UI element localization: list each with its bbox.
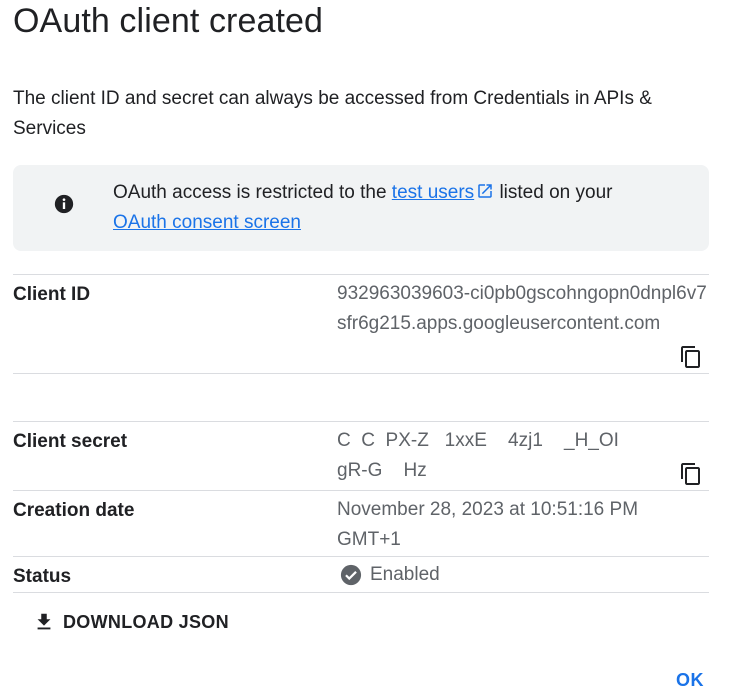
oauth-consent-screen-link[interactable]: OAuth consent screen [113,212,301,233]
client-id-label: Client ID [13,284,91,305]
info-banner: OAuth access is restricted to the test u… [13,165,709,251]
client-secret-value: C C PX-Z 1xxE 4zj1 _H_OI gR-G Hz [337,430,641,481]
check-circle-icon [340,564,362,586]
test-users-label: test users [391,182,475,203]
creation-date-value: November 28, 2023 at 10:51:16 PM GMT+1 [337,499,639,550]
status-label: Status [13,566,72,587]
dialog-title: OAuth client created [13,2,324,40]
download-icon [37,613,51,630]
info-text: OAuth access is restricted to the test u… [113,178,673,238]
divider [13,490,709,491]
divider [13,373,709,374]
download-json-button[interactable]: DOWNLOAD JSON [33,606,229,638]
creation-date-label: Creation date [13,500,135,521]
divider [13,592,709,593]
divider [13,556,709,557]
dialog-subtitle: The client ID and secret can always be a… [13,88,652,139]
client-secret-label: Client secret [13,431,128,452]
client-id-value: 932963039603-ci0pb0gscohngopn0dnpl6v7sfr… [337,283,707,334]
copy-client-id-icon[interactable] [679,345,703,369]
status-value: Enabled [340,564,440,586]
divider [13,274,709,275]
copy-client-secret-icon[interactable] [679,462,703,486]
ok-button[interactable]: OK [676,670,704,691]
status-text: Enabled [370,564,440,585]
external-link-icon [478,184,492,198]
test-users-link[interactable]: test users [392,182,494,203]
divider [13,421,709,422]
info-text-middle: listed on your [494,182,613,203]
info-icon [54,194,74,214]
info-text-start: OAuth access is restricted to the [113,182,392,203]
download-json-label: DOWNLOAD JSON [63,611,229,632]
